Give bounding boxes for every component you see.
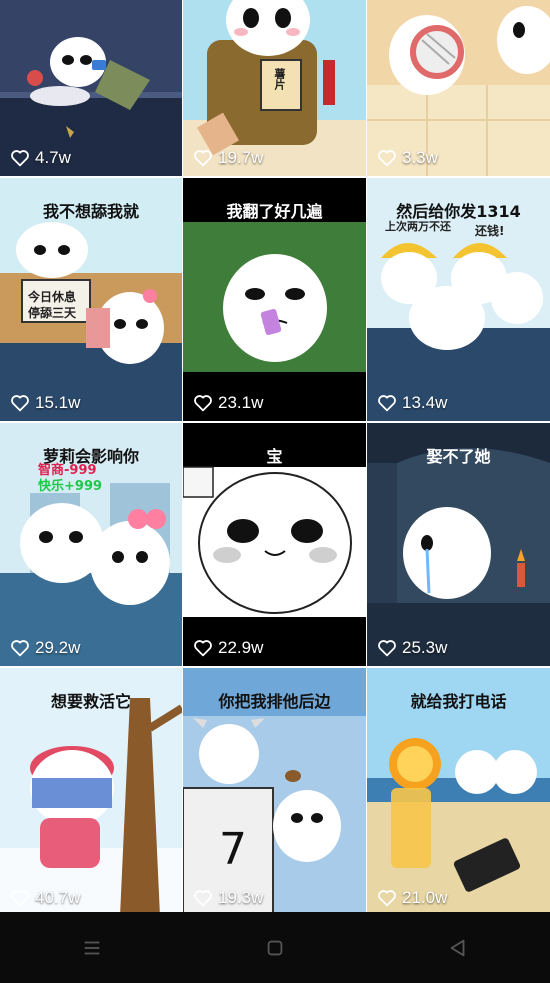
like-count: 21.0w <box>377 888 447 908</box>
video-caption: 你把我排他后边 <box>218 692 331 711</box>
like-count: 40.7w <box>10 888 80 908</box>
video-tile[interactable]: 3.3w <box>367 0 550 176</box>
like-count-text: 19.3w <box>218 888 264 907</box>
video-tile[interactable]: 宝 22.9w <box>183 423 366 666</box>
like-count: 15.1w <box>10 393 80 413</box>
like-count: 23.1w <box>193 393 263 413</box>
heart-icon <box>378 640 396 657</box>
back-triangle-icon <box>450 939 465 956</box>
video-tile[interactable]: 我不想舔我就 今日休息 停舔三天 15.1w <box>0 178 182 421</box>
heart-icon <box>378 890 396 907</box>
home-square-icon <box>267 940 283 955</box>
like-count-text: 3.3w <box>402 148 438 167</box>
recent-apps-button[interactable] <box>72 928 112 968</box>
video-tile[interactable]: 我翻了好几遍 23.1w <box>183 178 366 421</box>
heart-icon <box>194 150 212 167</box>
video-tile[interactable]: 就给我打电话 21.0w <box>367 668 550 916</box>
like-count-text: 21.0w <box>402 888 448 907</box>
like-count: 4.7w <box>10 148 71 168</box>
like-count-text: 25.3w <box>402 638 448 657</box>
system-nav-bar <box>0 912 550 983</box>
video-caption: 我翻了好几遍 <box>226 202 323 221</box>
heart-icon <box>11 150 29 167</box>
heart-icon <box>378 395 396 412</box>
like-count: 19.3w <box>193 888 263 908</box>
video-caption: 娶不了她 <box>426 447 491 466</box>
video-tile[interactable]: 薯片 19.7w <box>183 0 366 176</box>
like-count-text: 23.1w <box>218 393 264 412</box>
video-tile[interactable]: 4.7w <box>0 0 182 176</box>
like-count: 22.9w <box>193 638 263 658</box>
podium-number: 7 <box>219 824 247 875</box>
video-tile[interactable]: 然后给你发1314 上次两万不还 还钱! 13.4w <box>367 178 550 421</box>
like-count-text: 13.4w <box>402 393 448 412</box>
home-button[interactable] <box>255 928 295 968</box>
like-count-text: 22.9w <box>218 638 264 657</box>
sign-line-1: 今日休息 <box>28 290 77 304</box>
heart-icon <box>11 640 29 657</box>
sign-line-2: 停舔三天 <box>28 306 77 320</box>
like-count-text: 15.1w <box>35 393 81 412</box>
heart-icon <box>11 395 29 412</box>
video-tile[interactable]: 想要救活它 40.7w <box>0 668 182 916</box>
like-count-text: 4.7w <box>35 148 71 167</box>
video-tile[interactable]: 你把我排他后边 7 19.3w <box>183 668 366 916</box>
menu-icon <box>84 941 99 954</box>
snack-label: 薯片 <box>273 68 286 90</box>
like-count-text: 19.7w <box>218 148 264 167</box>
video-tile[interactable]: 萝莉会影响你 智商-999 快乐+999 29.2w <box>0 423 182 666</box>
overlay-text-2: 快乐+999 <box>38 479 103 494</box>
like-count: 25.3w <box>377 638 447 658</box>
heart-icon <box>194 890 212 907</box>
like-count: 29.2w <box>10 638 80 658</box>
like-count: 19.7w <box>193 148 263 168</box>
back-button[interactable] <box>438 928 478 968</box>
like-count: 3.3w <box>377 148 438 168</box>
heart-icon <box>194 395 212 412</box>
like-count: 13.4w <box>377 393 447 413</box>
video-caption: 我不想舔我就 <box>42 202 139 221</box>
like-count-text: 40.7w <box>35 888 81 907</box>
heart-icon <box>378 150 396 167</box>
video-grid: 4.7w 薯片 19.7w 3.3w 我不想舔我就 今日休息 停舔三天 15.1… <box>0 0 550 916</box>
video-tile[interactable]: 娶不了她 25.3w <box>367 423 550 666</box>
heart-icon <box>11 890 29 907</box>
heart-icon <box>194 640 212 657</box>
video-caption: 就给我打电话 <box>410 692 507 711</box>
overlay-text-1: 上次两万不还 <box>385 220 451 233</box>
overlay-text-2: 还钱! <box>475 224 505 238</box>
like-count-text: 29.2w <box>35 638 81 657</box>
video-caption: 想要救活它 <box>50 692 131 711</box>
video-caption: 宝 <box>266 447 283 466</box>
